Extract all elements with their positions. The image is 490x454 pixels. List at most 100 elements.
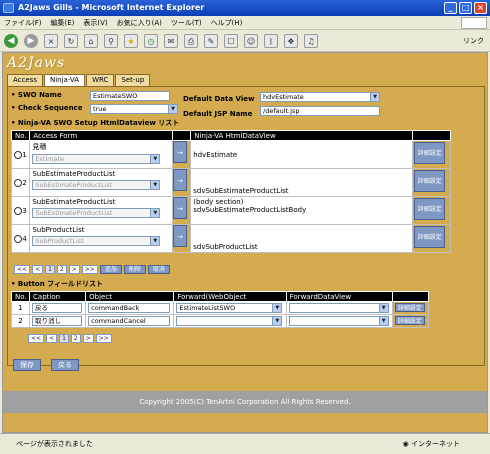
default-jsp-input[interactable]: /default.jsp [260,106,380,116]
forward-dataview-select[interactable]: ▼ [288,316,389,326]
button-pager: << < 1 2 > >> [28,334,112,343]
research-icon[interactable]: ❖ [284,33,298,48]
swo-name-input[interactable]: EstimateSWO [90,91,170,101]
refresh-icon[interactable]: ↻ [64,33,78,48]
pager-page-1[interactable]: 1 [59,334,69,343]
media-icon[interactable]: ♫ [304,33,318,48]
page-content: A2Jaws Access Ninja-VA WRC Set-up • SWO … [2,52,488,433]
map-arrow-button[interactable]: → [172,225,187,247]
detail-button[interactable]: 詳細設定 [394,316,425,325]
chevron-down-icon: ▼ [272,304,282,312]
access-form-select[interactable]: SubEstimateProductList ▼ [32,180,161,190]
pager-next[interactable]: > [68,265,80,274]
map-arrow-button[interactable]: → [172,141,187,163]
window-titlebar: A2Jaws Gills - Microsoft Internet Explor… [0,0,490,16]
forward-webobject-select[interactable]: ▼ [176,316,283,326]
pager-page-2[interactable]: 2 [56,265,67,274]
save-button[interactable]: 保存 [13,359,41,371]
access-form-select[interactable]: SubEstimateProductList ▼ [32,208,161,218]
dataview-section-title: • Ninja-VA SWO Setup HtmlDataview リスト [11,119,180,127]
add-button[interactable]: 追加 [99,265,122,274]
stop-icon[interactable]: × [44,33,58,48]
links-label[interactable]: リンク [463,36,484,46]
detail-button[interactable]: 詳細設定 [394,303,425,312]
access-form-select[interactable]: SubProductList ▼ [32,236,161,246]
tab-setup[interactable]: Set-up [115,74,151,86]
pager-next[interactable]: > [82,334,94,343]
detail-button[interactable]: 詳細設定 [414,198,446,220]
tab-ninja-va[interactable]: Ninja-VA [43,74,86,86]
messenger-icon[interactable]: ☺ [244,33,258,48]
map-arrow-button[interactable]: → [172,169,187,191]
home-icon[interactable]: ⌂ [84,33,98,48]
check-sequence-label: • Check Sequence [11,104,83,112]
access-form-select[interactable]: Estimate ▼ [32,154,161,164]
pager-last[interactable]: >> [95,334,112,343]
htmldataview-cell: sdvSubProductList [190,224,414,253]
col-no: No. [10,291,31,302]
detail-button[interactable]: 詳細設定 [414,226,446,248]
pager-prev[interactable]: < [46,334,58,343]
table-row: 1 戻る commandBack EstimateListSWO ▼ ▼ 詳細設定 [10,301,430,315]
back-button[interactable]: 戻る [51,359,79,371]
access-form-name: SubEstimateProductList [32,170,116,178]
menu-tools[interactable]: ツール(T) [171,18,202,28]
minimize-button[interactable]: _ [444,2,457,14]
menu-file[interactable]: ファイル(F) [4,18,42,28]
windows-logo-icon [461,16,487,29]
object-input[interactable]: commandBack [88,303,171,313]
table-row: 2 SubEstimateProductList SubEstimateProdu… [10,168,451,197]
htmldataview-cell: (body section) sdvSubEstimateProductList… [190,196,414,225]
pager-last[interactable]: >> [81,265,98,274]
col-access-form: Access Form [29,130,173,141]
favorites-icon[interactable]: ★ [124,33,138,48]
forward-dataview-select[interactable]: ▼ [288,303,389,313]
ninja-va-panel: • SWO Name EstimateSWO • Check Sequence … [7,86,485,366]
browser-toolbar: ◀ ▶ × ↻ ⌂ ⚲ ★ ◷ ✉ ⎙ ✎ ☐ ☺ ᛒ ❖ ♫ リンク [0,30,490,52]
mail-icon[interactable]: ✉ [164,33,178,48]
object-input[interactable]: commandCancel [88,316,171,326]
bluetooth-icon[interactable]: ᛒ [264,33,278,48]
status-text: ページが表示されました [16,440,93,448]
access-form-name: SubEstimateProductList [32,198,116,206]
print-icon[interactable]: ⎙ [184,33,198,48]
maximize-button[interactable]: □ [459,2,472,14]
menu-favorites[interactable]: お気に入り(A) [117,18,162,28]
pager-first[interactable]: << [28,334,45,343]
pager-prev[interactable]: < [32,265,44,274]
back-icon[interactable]: ◀ [4,33,18,48]
tab-access[interactable]: Access [7,74,43,86]
check-sequence-select[interactable]: true ▼ [90,104,178,114]
discuss-icon[interactable]: ☐ [224,33,238,48]
chevron-down-icon: ▼ [378,304,388,312]
table-row: 3 SubEstimateProductList SubEstimateProdu… [10,196,451,225]
col-object: Object [85,291,175,302]
cancel-button[interactable]: 取消 [147,265,170,274]
ie-icon [3,3,14,13]
caption-input[interactable]: 取り消し [32,316,83,326]
history-icon[interactable]: ◷ [144,33,158,48]
tab-wrc[interactable]: WRC [86,74,115,86]
pager-page-1[interactable]: 1 [45,265,55,274]
caption-input[interactable]: 戻る [32,303,83,313]
menu-edit[interactable]: 編集(E) [51,18,75,28]
delete-button[interactable]: 削除 [123,265,146,274]
pager-first[interactable]: << [14,265,31,274]
pager-page-2[interactable]: 2 [70,334,81,343]
app-logo: A2Jaws [7,55,66,71]
detail-button[interactable]: 詳細設定 [414,142,446,164]
close-button[interactable]: × [474,2,487,14]
default-dataview-select[interactable]: hdvEstimate ▼ [260,92,380,102]
chevron-down-icon: ▼ [370,93,379,101]
menu-help[interactable]: ヘルプ(H) [211,18,243,28]
col-no: No. [10,130,31,141]
edit-icon[interactable]: ✎ [204,33,218,48]
map-arrow-button[interactable]: → [172,197,187,219]
col-caption: Caption [29,291,87,302]
forward-icon[interactable]: ▶ [24,33,38,48]
internet-zone: ◉ インターネット [402,440,460,448]
menu-view[interactable]: 表示(V) [83,18,107,28]
detail-button[interactable]: 詳細設定 [414,170,446,192]
search-icon[interactable]: ⚲ [104,33,118,48]
forward-webobject-select[interactable]: EstimateListSWO ▼ [176,303,283,313]
